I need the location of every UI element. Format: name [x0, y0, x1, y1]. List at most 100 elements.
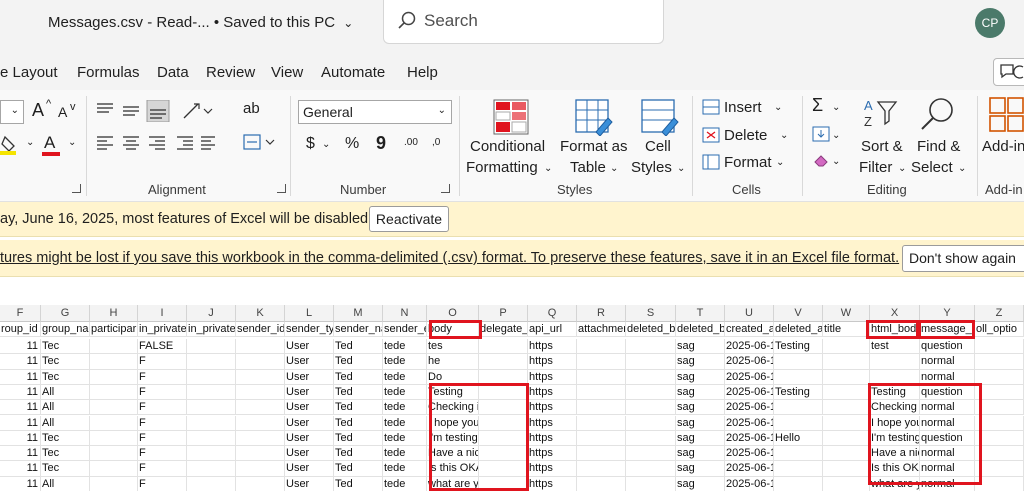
table-cell[interactable] [479, 461, 528, 477]
table-cell[interactable]: Ted [334, 415, 383, 431]
table-cell[interactable] [975, 369, 1024, 385]
sort-filter-label-2[interactable]: Filter [859, 159, 892, 176]
table-cell[interactable] [187, 446, 236, 462]
table-cell[interactable]: sag [676, 400, 725, 416]
table-cell[interactable]: Ted [334, 446, 383, 462]
column-header-n[interactable]: N [383, 305, 427, 322]
table-cell[interactable] [975, 384, 1024, 401]
table-cell[interactable] [577, 354, 626, 370]
table-cell[interactable]: sag [676, 446, 725, 462]
table-cell[interactable]: 11 [0, 384, 41, 401]
table-cell[interactable]: Testing [774, 384, 823, 401]
clear-eraser-icon[interactable] [812, 152, 830, 168]
table-cell[interactable] [975, 430, 1024, 447]
table-cell[interactable]: normal [920, 369, 975, 385]
column-header-f[interactable]: F [0, 305, 41, 322]
table-cell[interactable]: sag [676, 384, 725, 401]
sort-filter-icon[interactable]: A Z [862, 96, 902, 132]
table-cell[interactable] [236, 339, 285, 355]
table-cell[interactable]: tede [383, 476, 427, 491]
table-cell[interactable] [577, 400, 626, 416]
table-cell[interactable]: Tec [41, 430, 90, 447]
table-cell[interactable]: User [285, 476, 334, 491]
dont-show-again-button[interactable]: Don't show again [902, 245, 1024, 272]
table-cell[interactable] [774, 461, 823, 477]
header-cell[interactable]: sender_em [383, 322, 427, 338]
table-cell[interactable] [236, 354, 285, 370]
table-cell[interactable]: Ted [334, 430, 383, 447]
table-cell[interactable] [90, 339, 138, 355]
header-cell[interactable]: oll_optio [975, 322, 1024, 338]
table-cell[interactable] [774, 446, 823, 462]
table-cell[interactable]: F [138, 476, 187, 491]
table-cell[interactable]: normal [920, 476, 975, 491]
table-cell[interactable]: Tec [41, 461, 90, 477]
cell-styles-label-1[interactable]: Cell [645, 138, 671, 155]
number-format-dropdown[interactable]: General ⌄ [298, 100, 452, 124]
table-cell[interactable]: he [427, 354, 479, 370]
table-cell[interactable]: Ted [334, 339, 383, 355]
chevron-down-icon[interactable]: ⌄ [898, 163, 906, 174]
comma-style-button[interactable]: 9 [376, 133, 386, 154]
header-cell[interactable]: sender_id [236, 322, 285, 338]
header-cell[interactable]: title [823, 322, 870, 338]
tab-page-layout[interactable]: e Layout [0, 64, 58, 81]
table-cell[interactable]: normal [920, 461, 975, 477]
search-box[interactable]: Search [383, 0, 664, 44]
table-cell[interactable]: All [41, 384, 90, 401]
header-cell[interactable]: sender_na [334, 322, 383, 338]
table-cell[interactable] [823, 354, 870, 370]
table-cell[interactable]: tede [383, 461, 427, 477]
chevron-down-icon[interactable]: ⌄ [26, 137, 34, 148]
table-cell[interactable]: normal [920, 446, 975, 462]
table-cell[interactable] [187, 415, 236, 431]
table-cell[interactable] [975, 415, 1024, 431]
column-header-w[interactable]: W [823, 305, 870, 322]
table-cell[interactable]: 2025-06-12T03:37:17.649Z [725, 369, 774, 385]
table-cell[interactable] [90, 446, 138, 462]
table-cell[interactable] [479, 339, 528, 355]
table-cell[interactable]: tede [383, 369, 427, 385]
table-cell[interactable]: 2025-06-12T03:35:25. [725, 339, 774, 355]
table-cell[interactable] [90, 384, 138, 401]
table-cell[interactable] [577, 369, 626, 385]
table-cell[interactable]: Hello [774, 430, 823, 447]
format-cells-icon[interactable] [702, 154, 720, 170]
table-cell[interactable] [187, 339, 236, 355]
cell-styles-icon[interactable] [640, 98, 680, 136]
avatar[interactable]: CP [975, 8, 1005, 38]
add-ins-icon[interactable] [988, 96, 1024, 134]
accounting-format-button[interactable]: $ [306, 135, 315, 153]
tab-data[interactable]: Data [157, 64, 189, 81]
table-cell[interactable] [187, 476, 236, 491]
table-cell[interactable]: test [870, 339, 920, 355]
table-cell[interactable]: Ted [334, 400, 383, 416]
chevron-down-icon[interactable]: ⌄ [776, 157, 784, 168]
table-cell[interactable]: F [138, 354, 187, 370]
column-header-q[interactable]: Q [528, 305, 577, 322]
table-cell[interactable] [626, 461, 676, 477]
wrap-text-button[interactable]: ab [243, 100, 260, 117]
table-cell[interactable]: Is this OKAY? [427, 461, 479, 477]
column-header-y[interactable]: Y [920, 305, 975, 322]
table-cell[interactable]: 11 [0, 400, 41, 416]
table-cell[interactable] [626, 415, 676, 431]
table-cell[interactable]: F [138, 369, 187, 385]
table-cell[interactable]: Tec [41, 339, 90, 355]
comments-button[interactable] [993, 58, 1024, 86]
tab-formulas[interactable]: Formulas [77, 64, 140, 81]
table-cell[interactable]: All [41, 415, 90, 431]
font-dialog-launcher[interactable] [72, 184, 81, 193]
conditional-formatting-label-1[interactable]: Conditional [470, 138, 545, 155]
table-cell[interactable] [870, 369, 920, 385]
increase-decimal-button[interactable]: .00 [404, 138, 418, 148]
table-cell[interactable] [975, 461, 1024, 477]
column-header-s[interactable]: S [626, 305, 676, 322]
table-cell[interactable] [577, 476, 626, 491]
table-cell[interactable] [236, 446, 285, 462]
column-header-v[interactable]: V [774, 305, 823, 322]
table-cell[interactable]: Ted [334, 354, 383, 370]
table-cell[interactable]: https [528, 339, 577, 355]
table-cell[interactable]: https [528, 446, 577, 462]
table-cell[interactable]: question [920, 384, 975, 401]
